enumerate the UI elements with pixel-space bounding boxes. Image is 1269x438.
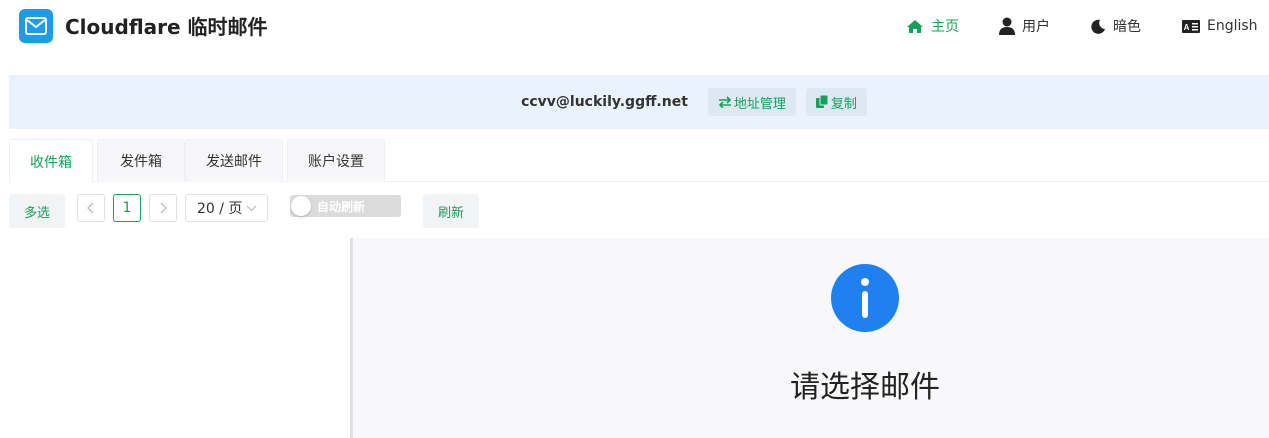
mail-list — [9, 238, 350, 438]
copy-label: 复制 — [830, 96, 857, 112]
tab-inbox[interactable]: 收件箱 — [9, 139, 93, 183]
empty-state-text: 请选择邮件 — [790, 370, 940, 405]
copy-button[interactable]: 复制 — [805, 88, 867, 116]
next-page-button[interactable] — [149, 194, 177, 222]
app-header: Cloudflare 临时邮件 主页 用户 暗色 A English — [0, 0, 1269, 52]
multi-select-button[interactable]: 多选 — [9, 194, 65, 228]
swap-icon — [718, 96, 732, 108]
nav-lang-label: English — [1207, 18, 1258, 34]
mail-tabs: 收件箱 发件箱 发送邮件 账户设置 — [9, 139, 1269, 183]
nav-dark-label: 暗色 — [1113, 19, 1141, 35]
home-icon — [907, 19, 923, 33]
address-bar: ccvv@luckily.ggff.net 地址管理 复制 — [9, 75, 1269, 129]
toggle-knob — [291, 196, 311, 216]
tab-compose[interactable]: 发送邮件 — [185, 139, 283, 182]
nav-home-label: 主页 — [931, 19, 959, 35]
svg-text:A: A — [1184, 23, 1190, 32]
copy-icon — [815, 95, 829, 108]
mail-logo-icon — [19, 9, 53, 43]
page-size-value: 20 / 页 — [197, 201, 243, 217]
mail-detail-panel: 请选择邮件 — [353, 238, 1269, 438]
moon-icon — [1091, 19, 1105, 34]
app-title: Cloudflare 临时邮件 — [65, 15, 268, 39]
chevron-right-icon — [160, 202, 167, 214]
tab-sent[interactable]: 发件箱 — [97, 139, 185, 182]
auto-refresh-label: 自动刷新 — [317, 200, 366, 214]
user-icon — [999, 17, 1015, 35]
page-number-current[interactable]: 1 — [113, 194, 141, 222]
page-size-select[interactable]: 20 / 页 — [185, 194, 268, 222]
translate-icon: A — [1182, 19, 1200, 33]
address-manage-button[interactable]: 地址管理 — [707, 88, 796, 116]
nav-user-label: 用户 — [1022, 19, 1050, 35]
nav-user[interactable]: 用户 — [999, 16, 1050, 36]
chevron-down-icon — [247, 205, 257, 211]
info-icon — [831, 264, 899, 332]
address-manage-label: 地址管理 — [733, 96, 786, 112]
email-address: ccvv@luckily.ggff.net — [521, 94, 688, 110]
nav-language[interactable]: A English — [1182, 16, 1258, 36]
refresh-button[interactable]: 刷新 — [423, 194, 479, 228]
tab-account-settings[interactable]: 账户设置 — [287, 139, 385, 182]
prev-page-button[interactable] — [77, 194, 105, 222]
chevron-left-icon — [87, 202, 94, 214]
auto-refresh-toggle[interactable]: 自动刷新 — [290, 195, 401, 217]
nav-home[interactable]: 主页 — [906, 16, 959, 36]
nav-dark-mode[interactable]: 暗色 — [1091, 16, 1141, 36]
